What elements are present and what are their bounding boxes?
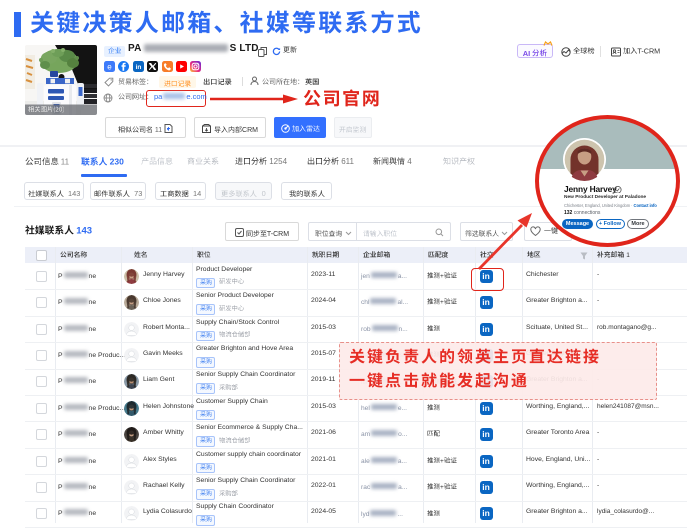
- svg-text:in: in: [135, 64, 141, 71]
- svg-text:e: e: [107, 62, 112, 71]
